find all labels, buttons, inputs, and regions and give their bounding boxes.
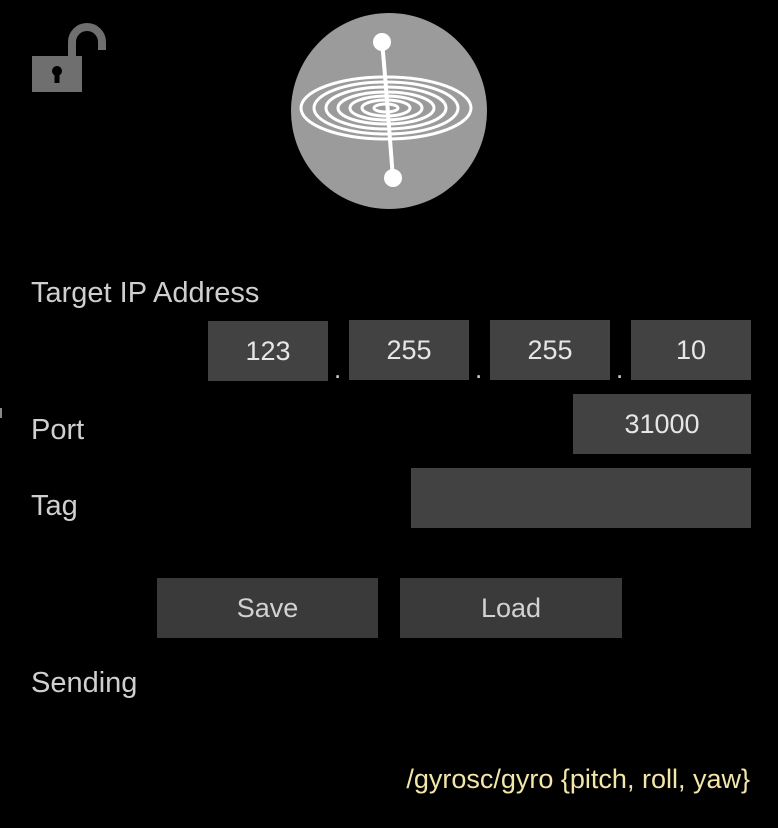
gyroscope-logo-icon — [290, 12, 488, 210]
ip-octet-2-input[interactable]: 255 — [349, 320, 469, 380]
tag-input[interactable] — [411, 468, 751, 528]
ip-octet-1-input[interactable]: 123 — [208, 321, 328, 381]
port-label: Port — [31, 414, 85, 446]
port-input[interactable]: 31000 — [573, 394, 751, 454]
ip-separator: . — [475, 354, 483, 384]
ip-octet-4-input[interactable]: 10 — [631, 320, 751, 380]
target-ip-label: Target IP Address — [31, 277, 260, 309]
load-button[interactable]: Load — [400, 578, 622, 638]
save-button[interactable]: Save — [157, 578, 378, 638]
ip-octet-3-input[interactable]: 255 — [490, 320, 610, 380]
edge-marker — [0, 408, 2, 418]
ip-separator: . — [334, 354, 342, 384]
tag-label: Tag — [31, 490, 78, 522]
sending-status-label: Sending — [31, 667, 138, 699]
ip-separator: . — [616, 354, 624, 384]
osc-address-text: /gyrosc/gyro {pitch, roll, yaw} — [406, 764, 750, 794]
unlocked-padlock-icon[interactable] — [30, 22, 106, 94]
